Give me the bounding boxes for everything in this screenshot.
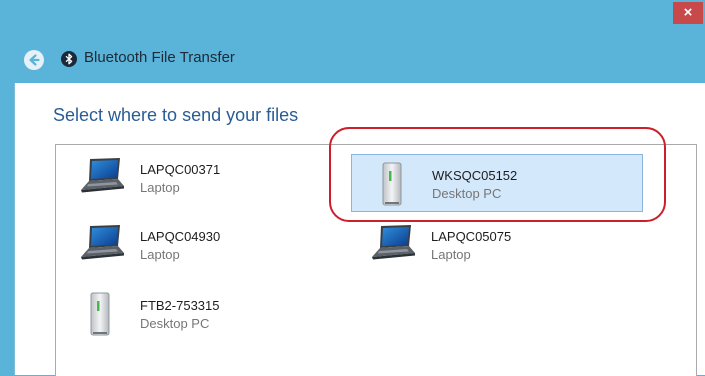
device-item[interactable]: LAPQC00371 Laptop bbox=[60, 149, 352, 207]
page-heading: Select where to send your files bbox=[53, 105, 299, 125]
content-panel: Select where to send your files LAPQC003… bbox=[14, 83, 705, 376]
device-name: LAPQC05075 bbox=[431, 229, 512, 244]
device-item[interactable]: FTB2-753315 Desktop PC bbox=[60, 285, 352, 343]
laptop-icon bbox=[372, 225, 415, 260]
device-item[interactable]: LAPQC05075 Laptop bbox=[351, 216, 643, 274]
back-arrow-icon bbox=[29, 54, 40, 66]
title-bar: × bbox=[0, 0, 705, 30]
device-list: LAPQC00371 Laptop WKSQC05152 Desktop PC bbox=[55, 144, 697, 376]
bluetooth-icon bbox=[61, 51, 77, 67]
desktop-pc-icon bbox=[382, 162, 402, 206]
device-item[interactable]: LAPQC04930 Laptop bbox=[60, 216, 352, 274]
wizard-title: Bluetooth File Transfer bbox=[84, 49, 235, 66]
device-type: Laptop bbox=[140, 247, 180, 262]
device-name: LAPQC00371 bbox=[140, 162, 221, 177]
device-name: WKSQC05152 bbox=[432, 168, 518, 183]
device-type: Desktop PC bbox=[140, 316, 210, 331]
laptop-icon bbox=[81, 158, 124, 193]
laptop-icon bbox=[81, 225, 124, 260]
device-name: FTB2-753315 bbox=[140, 298, 220, 313]
device-type: Laptop bbox=[431, 247, 471, 262]
back-button[interactable] bbox=[24, 50, 44, 70]
close-button[interactable]: × bbox=[673, 2, 703, 24]
wizard-header: Bluetooth File Transfer bbox=[0, 30, 705, 83]
desktop-pc-icon bbox=[90, 292, 110, 336]
device-type: Laptop bbox=[140, 180, 180, 195]
device-item-selected[interactable]: WKSQC05152 Desktop PC bbox=[351, 154, 643, 212]
device-name: LAPQC04930 bbox=[140, 229, 221, 244]
device-type: Desktop PC bbox=[432, 186, 502, 201]
